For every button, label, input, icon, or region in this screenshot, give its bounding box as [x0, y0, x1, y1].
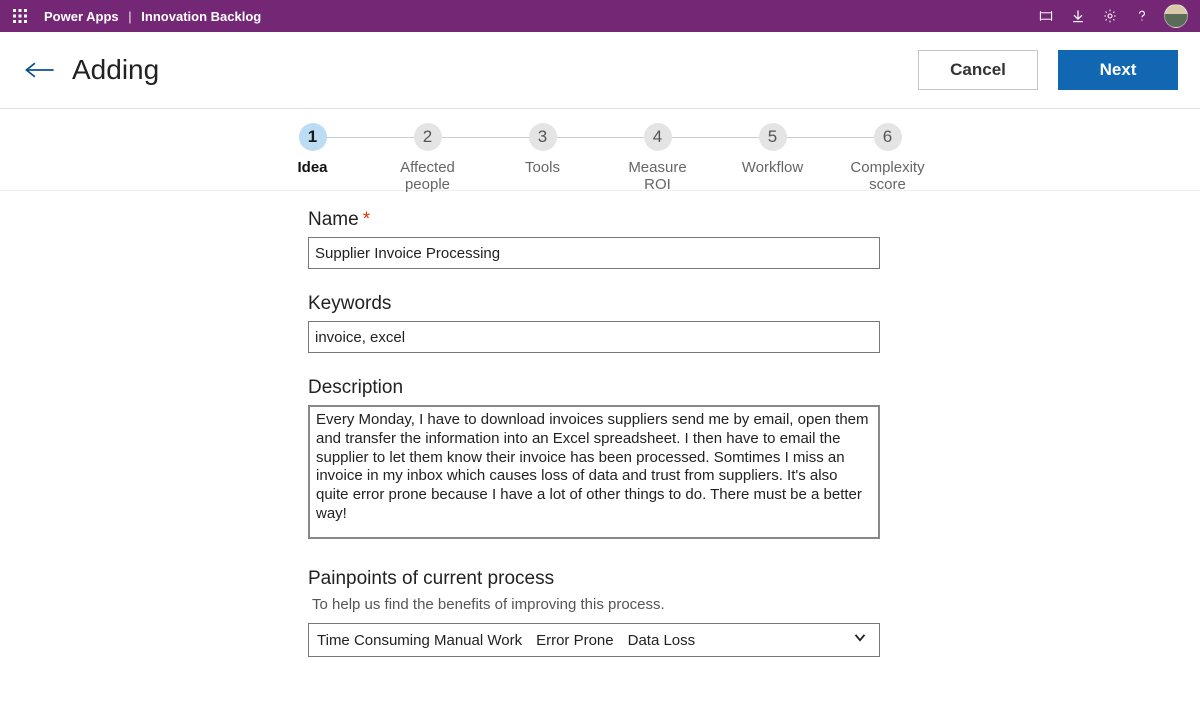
step-number: 5 — [759, 123, 787, 151]
step-number: 1 — [299, 123, 327, 151]
field-painpoints: Painpoints of current process To help us… — [308, 568, 928, 657]
waffle-icon[interactable] — [8, 4, 32, 28]
field-description: Description — [308, 377, 928, 544]
brand-separator: | — [128, 9, 131, 24]
painpoint-tag: Time Consuming Manual Work — [317, 632, 522, 649]
user-avatar[interactable] — [1164, 4, 1188, 28]
idea-form: Name* Keywords Description Painpoints of… — [308, 209, 928, 657]
painpoints-dropdown[interactable]: Time Consuming Manual Work Error Prone Dat… — [308, 623, 880, 657]
step-2[interactable]: 2Affectedpeople — [370, 123, 485, 190]
next-button[interactable]: Next — [1058, 50, 1178, 90]
step-number: 2 — [414, 123, 442, 151]
description-textarea[interactable] — [308, 405, 880, 539]
keywords-input[interactable] — [308, 321, 880, 353]
field-name: Name* — [308, 209, 928, 269]
painpoints-help: To help us find the benefits of improvin… — [312, 596, 928, 613]
app-brand: Power Apps | Innovation Backlog — [44, 9, 261, 24]
step-label: Tools — [485, 159, 600, 176]
step-4[interactable]: 4MeasureROI — [600, 123, 715, 190]
name-label-text: Name — [308, 209, 359, 230]
step-label: Workflow — [715, 159, 830, 176]
chevron-down-icon — [851, 629, 869, 652]
step-3[interactable]: 3 Tools — [485, 123, 600, 190]
settings-icon[interactable] — [1094, 0, 1126, 32]
back-arrow-icon[interactable] — [22, 52, 58, 88]
painpoints-label: Painpoints of current process — [308, 568, 928, 590]
step-number: 4 — [644, 123, 672, 151]
global-header: Power Apps | Innovation Backlog — [0, 0, 1200, 32]
brand-right: Innovation Backlog — [141, 9, 261, 24]
description-label: Description — [308, 377, 928, 399]
step-6[interactable]: 6Complexityscore — [830, 123, 945, 190]
page-header: Adding Cancel Next — [0, 32, 1200, 109]
step-label: MeasureROI — [600, 159, 715, 194]
step-label: Affectedpeople — [370, 159, 485, 194]
step-label: Idea — [255, 159, 370, 176]
stepper: 1Idea2Affectedpeople3Tools4MeasureROI5Wo… — [0, 109, 1200, 191]
step-5[interactable]: 5 Workflow — [715, 123, 830, 190]
name-input[interactable] — [308, 237, 880, 269]
step-number: 6 — [874, 123, 902, 151]
painpoint-tag: Data Loss — [628, 632, 696, 649]
name-label: Name* — [308, 209, 928, 231]
step-1[interactable]: 1 Idea — [255, 123, 370, 190]
cancel-button[interactable]: Cancel — [918, 50, 1038, 90]
brand-left: Power Apps — [44, 9, 119, 24]
field-keywords: Keywords — [308, 293, 928, 353]
fit-icon[interactable] — [1030, 0, 1062, 32]
page-title: Adding — [72, 54, 159, 86]
download-icon[interactable] — [1062, 0, 1094, 32]
keywords-label: Keywords — [308, 293, 928, 315]
step-label: Complexityscore — [830, 159, 945, 194]
painpoint-tag: Error Prone — [536, 632, 614, 649]
required-indicator: * — [363, 209, 370, 230]
help-icon[interactable] — [1126, 0, 1158, 32]
step-number: 3 — [529, 123, 557, 151]
